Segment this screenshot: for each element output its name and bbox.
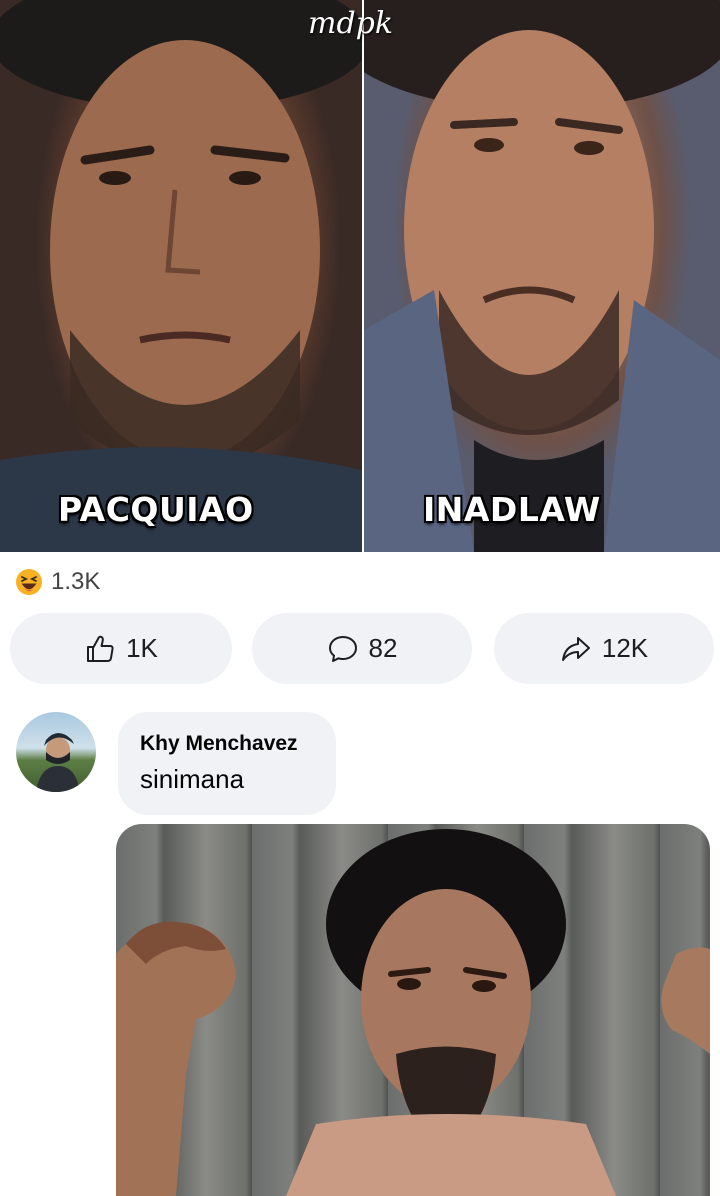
comment-count: 82 bbox=[368, 633, 398, 663]
avatar-illustration bbox=[36, 733, 80, 792]
left-face-illustration bbox=[0, 0, 362, 552]
watermark-text: mdpk bbox=[308, 6, 394, 41]
commenter-avatar[interactable] bbox=[16, 712, 96, 792]
left-photo bbox=[0, 0, 362, 552]
reaction-count: 1.3K bbox=[51, 568, 101, 595]
comment-bubble[interactable]: Khy Menchavez sinimana bbox=[118, 712, 336, 815]
comment-author[interactable]: Khy Menchavez bbox=[140, 732, 314, 756]
post-image[interactable]: mdpk PACQUIAO INADLAW bbox=[0, 0, 720, 552]
right-photo bbox=[364, 0, 720, 552]
comment-photo[interactable] bbox=[116, 824, 710, 1196]
haha-emoji-icon bbox=[16, 569, 42, 595]
right-face-illustration bbox=[364, 0, 720, 552]
share-arrow-icon bbox=[561, 636, 590, 661]
like-button[interactable]: 1K bbox=[10, 613, 232, 684]
left-caption: PACQUIAO bbox=[58, 490, 254, 529]
share-count: 12K bbox=[601, 633, 649, 663]
thumbs-up-icon bbox=[87, 635, 114, 662]
comment-bubble-icon bbox=[328, 635, 357, 662]
share-button[interactable]: 12K bbox=[494, 613, 714, 684]
comment-text: sinimana bbox=[140, 764, 245, 794]
like-count: 1K bbox=[126, 633, 158, 663]
reactions-summary[interactable]: 1.3K bbox=[15, 566, 100, 598]
right-caption: INADLAW bbox=[423, 490, 601, 529]
comment-photo-illustration bbox=[116, 829, 710, 1196]
comment-button[interactable]: 82 bbox=[252, 613, 472, 684]
